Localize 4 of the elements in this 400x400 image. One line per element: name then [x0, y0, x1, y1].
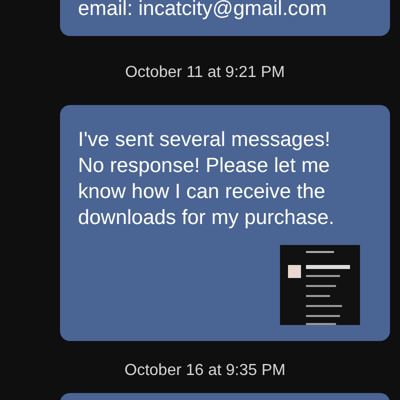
message-text: I've sent several messages! No response! Please let me know how I can receive the downloads for my purchase. — [78, 127, 336, 231]
message-text: email: incatcity@gmail.com — [78, 0, 328, 22]
message-timestamp: October 11 at 9:21 PM — [124, 63, 286, 83]
message-timestamp: October 16 at 9:35 PM — [124, 361, 286, 381]
